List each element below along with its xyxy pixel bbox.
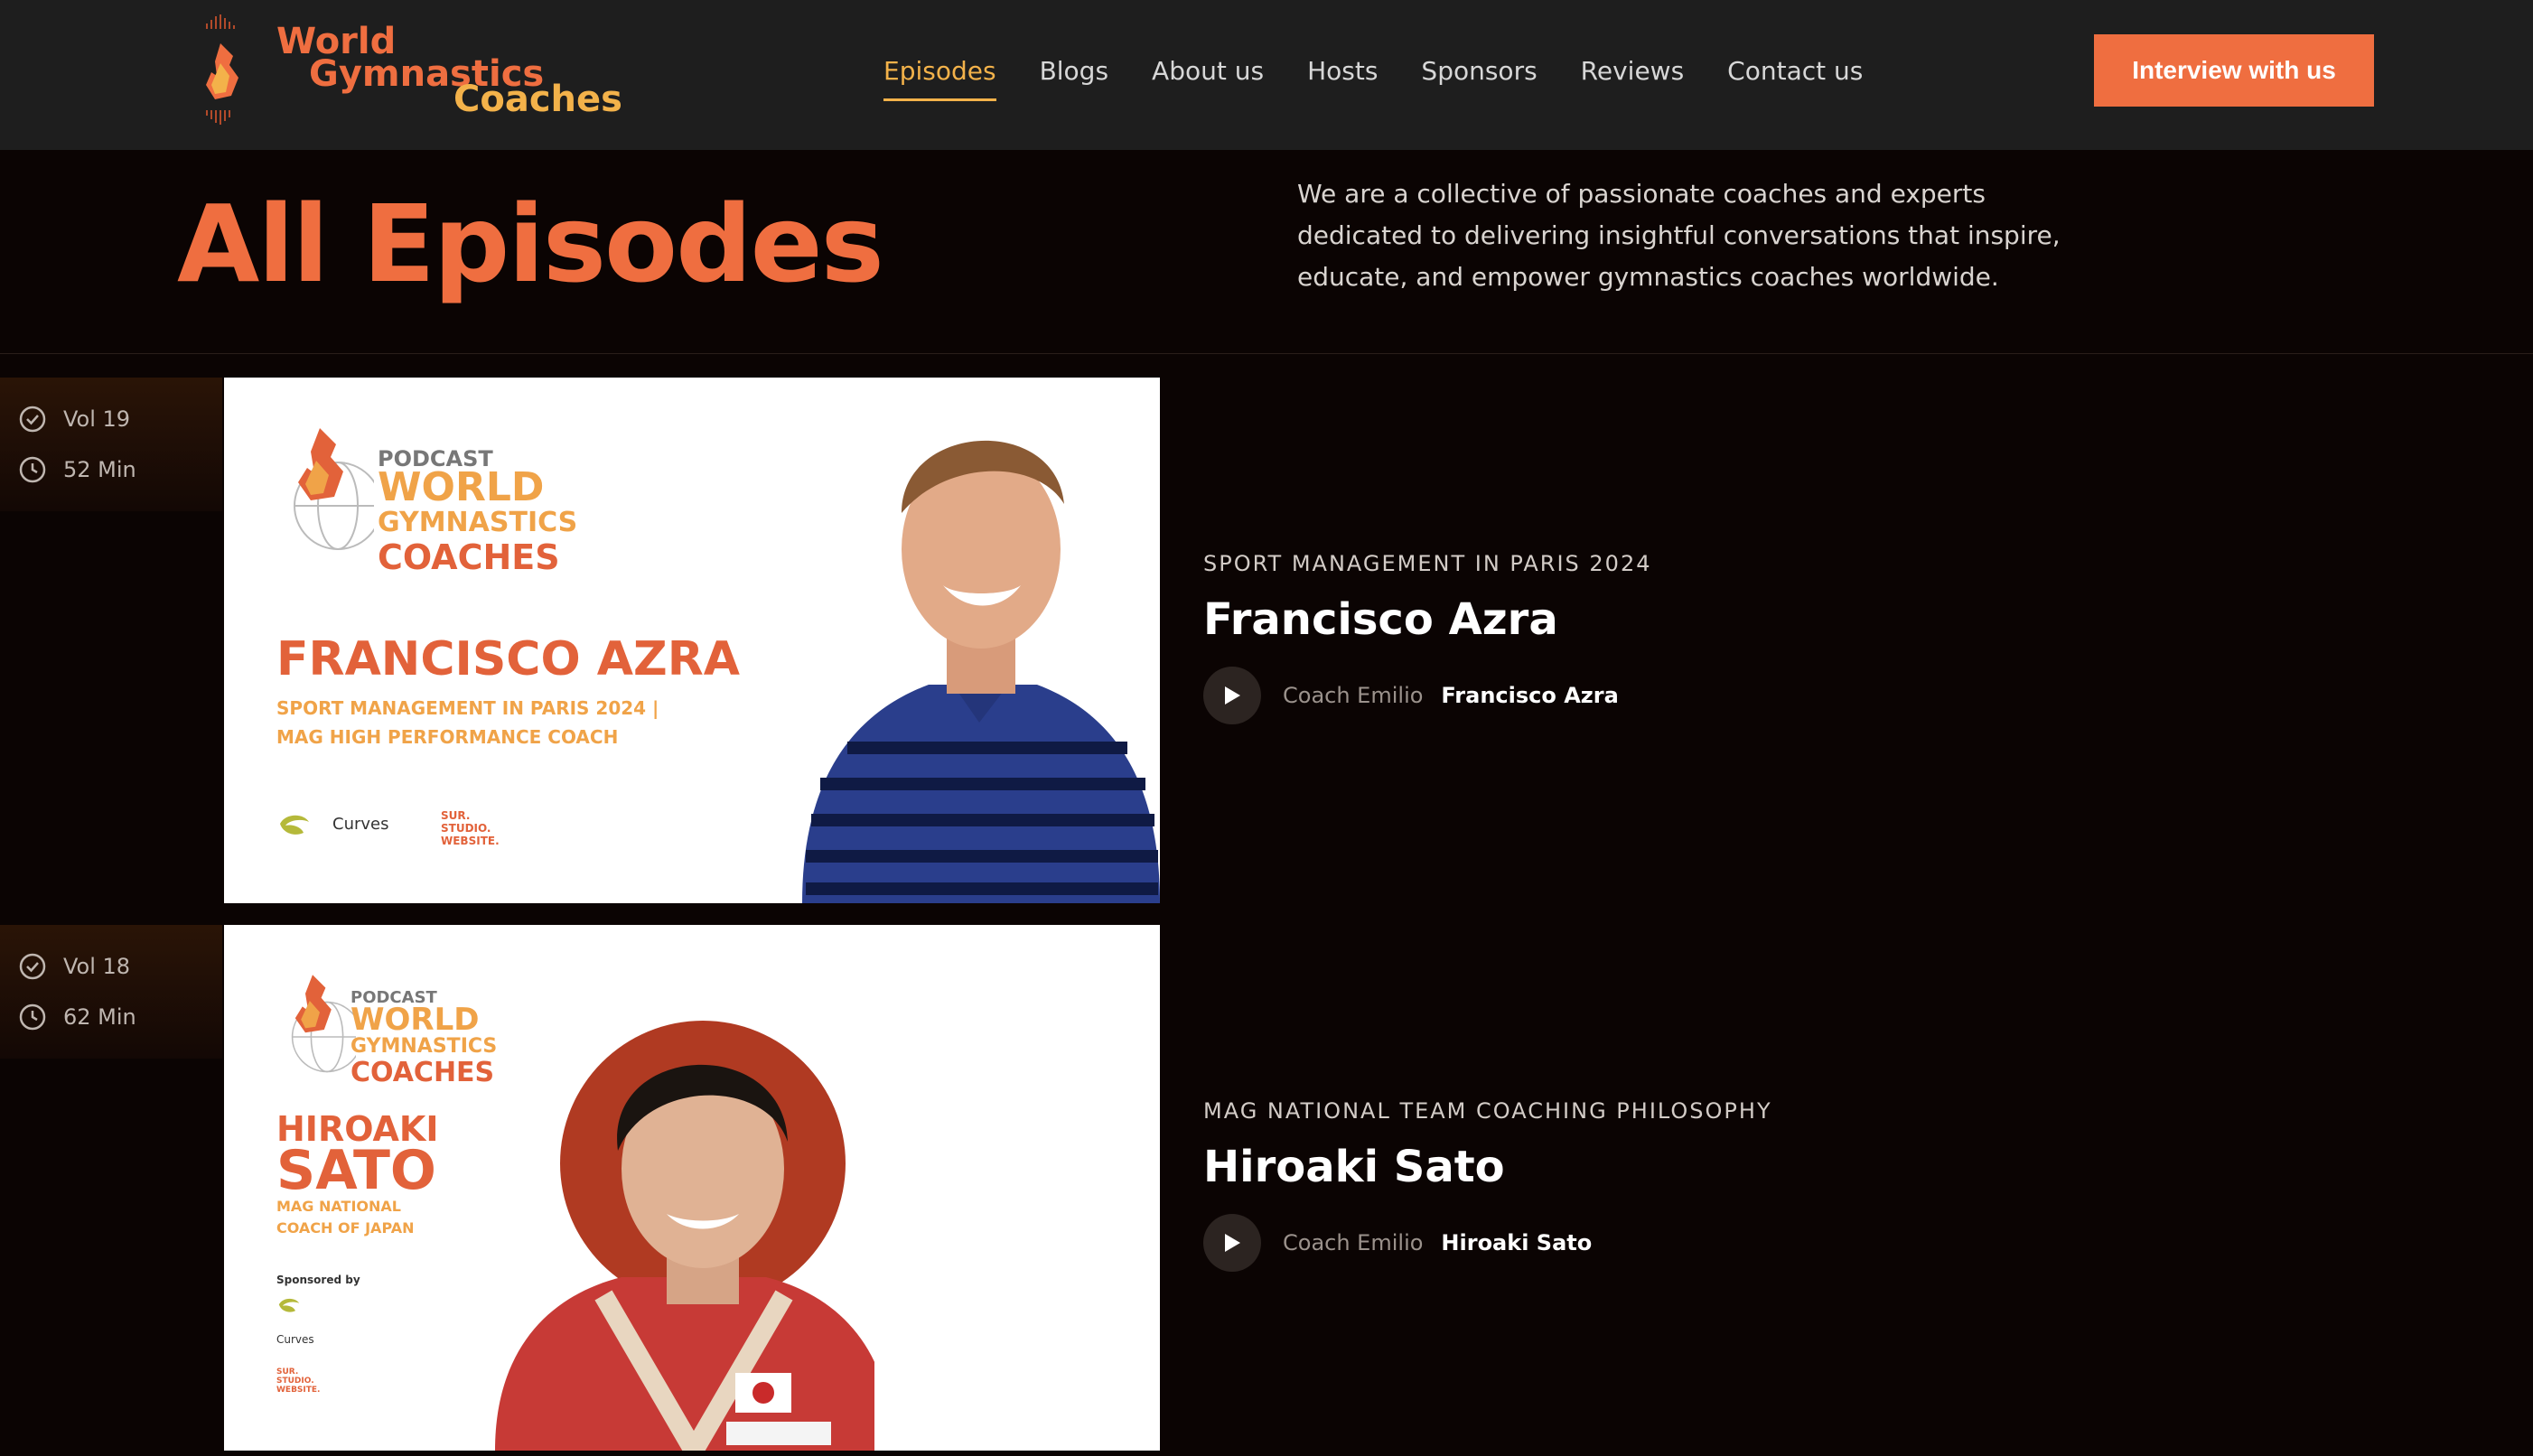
site-header: World Gymnastics Coaches Episodes Blogs … xyxy=(0,0,2533,150)
play-icon xyxy=(1225,1234,1240,1252)
episode-duration: 52 Min xyxy=(63,457,136,482)
episode-category: SPORT MANAGEMENT IN PARIS 2024 xyxy=(1203,551,1652,576)
episode-category: MAG NATIONAL TEAM COACHING PHILOSOPHY xyxy=(1203,1098,1772,1124)
thumb-subtitle-2: COACH OF JAPAN xyxy=(276,1219,415,1237)
nav-hosts[interactable]: Hosts xyxy=(1307,52,1378,98)
nav-blogs[interactable]: Blogs xyxy=(1040,52,1108,98)
episode-thumbnail[interactable]: PODCAST WORLD GYMNASTICS COACHES HIROAKI… xyxy=(224,925,1160,1451)
guest-portrait-image xyxy=(802,440,1160,903)
episode-guest: Francisco Azra xyxy=(1441,683,1619,708)
episode-card: Vol 19 52 Min PODCAST WORLD GYMNASTICS C… xyxy=(0,378,2533,903)
logo-line-3: Coaches xyxy=(453,79,622,120)
thumb-guest-name: FRANCISCO AZRA xyxy=(276,632,740,686)
check-circle-icon xyxy=(19,953,46,980)
episode-host: Coach Emilio xyxy=(1283,683,1424,708)
episode-volume: Vol 19 xyxy=(63,406,131,432)
thumb-subtitle-1: SPORT MANAGEMENT IN PARIS 2024 | xyxy=(276,697,659,719)
nav-episodes[interactable]: Episodes xyxy=(883,52,996,101)
play-button[interactable] xyxy=(1203,667,1261,724)
play-icon xyxy=(1225,686,1240,705)
clock-icon xyxy=(19,1003,46,1031)
episode-host: Coach Emilio xyxy=(1283,1230,1424,1255)
episode-thumbnail[interactable]: PODCAST WORLD GYMNASTICS COACHES FRANCIS… xyxy=(224,378,1160,903)
episode-card: Vol 18 62 Min PODCAST WORLD GYMNASTICS C… xyxy=(0,925,2533,1451)
episode-volume: Vol 18 xyxy=(63,954,131,979)
thumb-logo-line-2: GYMNASTICS xyxy=(378,507,578,538)
flame-trophy-icon xyxy=(206,14,238,125)
nav-contact-us[interactable]: Contact us xyxy=(1727,52,1863,98)
clock-icon xyxy=(19,456,46,483)
main-nav: Episodes Blogs About us Hosts Sponsors R… xyxy=(883,52,1906,101)
page-title: All Episodes xyxy=(177,182,884,306)
section-divider xyxy=(0,353,2533,354)
thumb-sponsor-sur-studio: SUR. STUDIO. WEBSITE. xyxy=(441,809,500,847)
nav-about-us[interactable]: About us xyxy=(1152,52,1264,98)
episode-guest: Hiroaki Sato xyxy=(1441,1230,1593,1255)
nav-reviews[interactable]: Reviews xyxy=(1581,52,1685,98)
podcast-logo-globe-icon xyxy=(291,975,356,1073)
nav-sponsors[interactable]: Sponsors xyxy=(1421,52,1537,98)
thumb-guest-last-name: SATO xyxy=(276,1139,436,1202)
episode-meta: Vol 18 62 Min xyxy=(0,925,222,1059)
sponsor-gymnastics-icon xyxy=(280,815,309,835)
guest-portrait-image xyxy=(495,1021,874,1451)
interview-with-us-button[interactable]: Interview with us xyxy=(2094,34,2374,107)
thumb-sponsored-by: Sponsored by xyxy=(276,1274,360,1286)
episode-info: SPORT MANAGEMENT IN PARIS 2024 Francisco… xyxy=(1203,551,2287,724)
sponsor-gymnastics-icon xyxy=(278,1298,300,1312)
episode-duration: 62 Min xyxy=(63,1004,136,1030)
page-description: We are a collective of passionate coache… xyxy=(1297,179,2061,292)
play-button[interactable] xyxy=(1203,1214,1261,1272)
thumb-sponsor-curves: Curves xyxy=(276,1333,314,1346)
thumb-subtitle-1: MAG NATIONAL xyxy=(276,1198,401,1215)
site-logo[interactable]: World Gymnastics Coaches xyxy=(193,9,627,130)
podcast-logo-globe-icon xyxy=(294,428,374,550)
thumb-subtitle-2: MAG HIGH PERFORMANCE COACH xyxy=(276,726,619,748)
thumb-sponsor-sur-studio: SUR. STUDIO. WEBSITE. xyxy=(276,1367,321,1395)
episode-title[interactable]: Hiroaki Sato xyxy=(1203,1142,2287,1192)
thumb-logo-line-3: COACHES xyxy=(378,537,560,577)
episode-meta: Vol 19 52 Min xyxy=(0,378,222,511)
thumb-sponsor-curves: Curves xyxy=(332,815,389,834)
episode-info: MAG NATIONAL TEAM COACHING PHILOSOPHY Hi… xyxy=(1203,1098,2287,1272)
thumb-logo-line-1: WORLD xyxy=(378,464,545,510)
check-circle-icon xyxy=(19,406,46,433)
episode-title[interactable]: Francisco Azra xyxy=(1203,594,2287,645)
